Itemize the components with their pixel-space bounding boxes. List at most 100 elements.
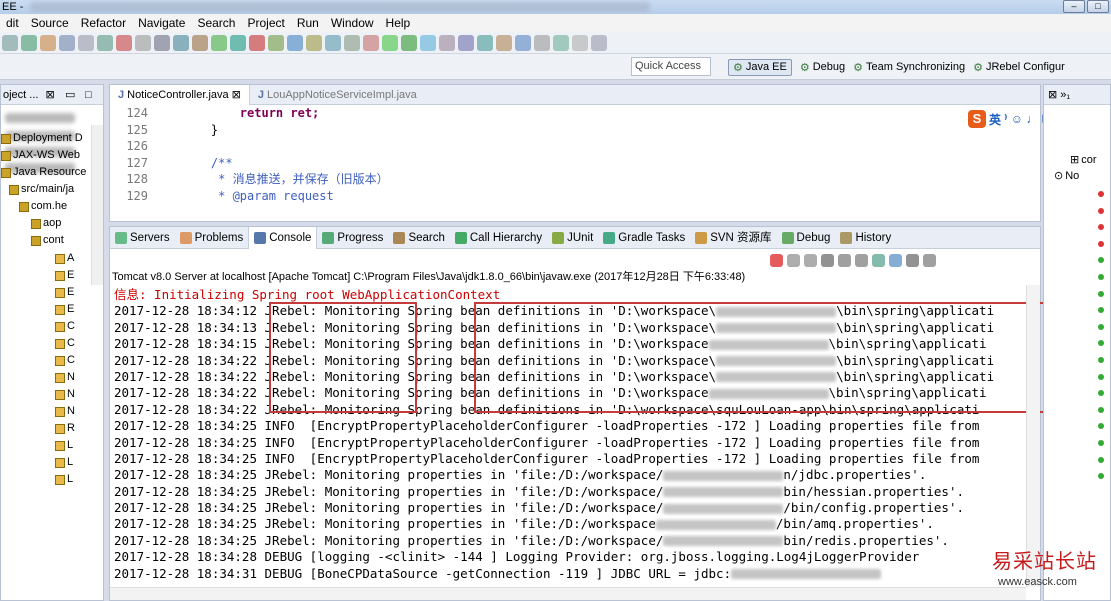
tree-item-class[interactable]: E xyxy=(55,302,74,317)
ime-language[interactable]: 英 xyxy=(989,111,1001,128)
editor-tab[interactable]: J LouAppNoticeServiceImpl.java xyxy=(250,85,425,105)
view-tab-call-hierarchy[interactable]: Call Hierarchy xyxy=(450,227,547,249)
tree-item[interactable]: aop xyxy=(31,216,61,231)
toolbar-icon[interactable] xyxy=(439,34,455,51)
menu-item-navigate[interactable]: Navigate xyxy=(132,14,191,32)
view-tab-problems[interactable]: Problems xyxy=(175,227,249,249)
tree-item[interactable]: com.he xyxy=(19,199,67,214)
console-scrollbar[interactable] xyxy=(1026,285,1040,587)
toolbar-icon[interactable] xyxy=(534,34,550,51)
tree-item-class[interactable]: N xyxy=(55,370,75,385)
console-action-icon[interactable] xyxy=(770,253,783,267)
toolbar-icon[interactable] xyxy=(192,34,208,51)
code-editor[interactable]: J NoticeController.java ⊠ J LouAppNoticeServ… xyxy=(109,84,1041,222)
toolbar-icon[interactable] xyxy=(401,34,417,51)
menu-item-search[interactable]: Search xyxy=(191,14,241,32)
tree-item[interactable]: Java Resource xyxy=(1,165,86,180)
console-output[interactable]: 信息: Initializing Spring root WebApplicat… xyxy=(114,287,1024,582)
toolbar-icon[interactable] xyxy=(344,34,360,51)
menu-item-project[interactable]: Project xyxy=(241,14,290,32)
minimize-icon[interactable]: – xyxy=(1063,0,1085,13)
toolbar-icon[interactable] xyxy=(572,34,588,51)
tree-item[interactable]: src/main/ja xyxy=(9,182,74,197)
toolbar-icon[interactable] xyxy=(97,34,113,51)
toolbar-icon[interactable] xyxy=(21,34,37,51)
view-tab-svn-[interactable]: SVN 资源库 xyxy=(690,227,776,249)
toolbar-icon[interactable] xyxy=(59,34,75,51)
editor-tab[interactable]: J NoticeController.java ⊠ xyxy=(110,84,250,105)
tree-item-class[interactable]: N xyxy=(55,404,75,419)
toolbar-icon[interactable] xyxy=(116,34,132,51)
perspective-team-synchronizing[interactable]: ⚙ Team Synchronizing xyxy=(853,61,965,74)
tree-item-class[interactable]: L xyxy=(55,472,73,487)
toolbar-icon[interactable] xyxy=(306,34,322,51)
console-action-icon[interactable] xyxy=(821,253,834,267)
perspective-jrebel-configur[interactable]: ⚙ JRebel Configur xyxy=(973,61,1065,74)
console-action-icon[interactable] xyxy=(838,253,851,267)
menu-item-source[interactable]: Source xyxy=(25,14,75,32)
tree-item[interactable]: cont xyxy=(31,233,64,248)
close-icon[interactable]: ⊠ xyxy=(46,89,55,101)
toolbar-icon[interactable] xyxy=(230,34,246,51)
toolbar-icon[interactable] xyxy=(40,34,56,51)
outline-item[interactable]: ⊙ No xyxy=(1054,169,1079,184)
console-hscrollbar[interactable] xyxy=(110,587,1026,600)
console-action-icon[interactable] xyxy=(923,253,936,267)
view-tab-console[interactable]: Console xyxy=(248,226,318,249)
tree-item[interactable]: JAX-WS Web xyxy=(1,148,80,163)
view-tab-history[interactable]: History xyxy=(835,227,896,249)
toolbar-icon[interactable] xyxy=(553,34,569,51)
toolbar-icon[interactable] xyxy=(382,34,398,51)
menu-item-run[interactable]: Run xyxy=(291,14,325,32)
tree-item[interactable]: Deployment D xyxy=(1,131,83,146)
view-tab-servers[interactable]: Servers xyxy=(110,227,175,249)
tree-item-class[interactable]: L xyxy=(55,455,73,470)
toolbar-icon[interactable] xyxy=(173,34,189,51)
menu-item-dit[interactable]: dit xyxy=(0,14,25,32)
toolbar-icon[interactable] xyxy=(249,34,265,51)
maximize-icon[interactable]: □ xyxy=(85,85,92,105)
minimize-icon[interactable]: ▭ xyxy=(65,85,75,105)
quick-access-input[interactable]: Quick Access xyxy=(631,57,711,76)
explorer-scrollbar[interactable] xyxy=(91,125,103,285)
view-tab-junit[interactable]: JUnit xyxy=(547,227,598,249)
perspective-java-ee[interactable]: ⚙ Java EE xyxy=(728,58,792,76)
toolbar-icon[interactable] xyxy=(591,34,607,51)
toolbar-icon[interactable] xyxy=(268,34,284,51)
toolbar-icon[interactable] xyxy=(363,34,379,51)
tree-item-class[interactable]: N xyxy=(55,387,75,402)
outline-item[interactable]: ⊞ cor xyxy=(1070,153,1097,168)
view-tab-progress[interactable]: Progress xyxy=(317,227,388,249)
tree-item-class[interactable]: E xyxy=(55,268,74,283)
tree-item-class[interactable]: E xyxy=(55,285,74,300)
toolbar-icon[interactable] xyxy=(477,34,493,51)
toolbar-icon[interactable] xyxy=(458,34,474,51)
view-tab-search[interactable]: Search xyxy=(388,227,449,249)
perspective-debug[interactable]: ⚙ Debug xyxy=(800,61,845,74)
toolbar-icon[interactable] xyxy=(496,34,512,51)
tree-item-class[interactable]: C xyxy=(55,319,75,334)
menu-item-refactor[interactable]: Refactor xyxy=(75,14,132,32)
menu-item-window[interactable]: Window xyxy=(325,14,380,32)
maximize-icon[interactable]: □ xyxy=(1087,0,1109,13)
menu-item-help[interactable]: Help xyxy=(380,14,417,32)
toolbar-icon[interactable] xyxy=(2,34,18,51)
console-action-icon[interactable] xyxy=(889,253,902,267)
console-action-icon[interactable] xyxy=(855,253,868,267)
toolbar-icon[interactable] xyxy=(211,34,227,51)
toolbar-icon[interactable] xyxy=(78,34,94,51)
view-tab-gradle-tasks[interactable]: Gradle Tasks xyxy=(598,227,690,249)
tree-item-class[interactable]: L xyxy=(55,438,73,453)
tree-item-class[interactable]: A xyxy=(55,251,74,266)
tree-item-class[interactable]: R xyxy=(55,421,75,436)
tree-item-class[interactable]: C xyxy=(55,336,75,351)
close-icon[interactable]: ⊠ xyxy=(232,85,241,105)
toolbar-icon[interactable] xyxy=(325,34,341,51)
console-action-icon[interactable] xyxy=(787,253,800,267)
toolbar-icon[interactable] xyxy=(154,34,170,51)
toolbar-icon[interactable] xyxy=(515,34,531,51)
view-tab-debug[interactable]: Debug xyxy=(777,227,836,249)
console-action-icon[interactable] xyxy=(906,253,919,267)
toolbar-icon[interactable] xyxy=(135,34,151,51)
toolbar-icon[interactable] xyxy=(287,34,303,51)
